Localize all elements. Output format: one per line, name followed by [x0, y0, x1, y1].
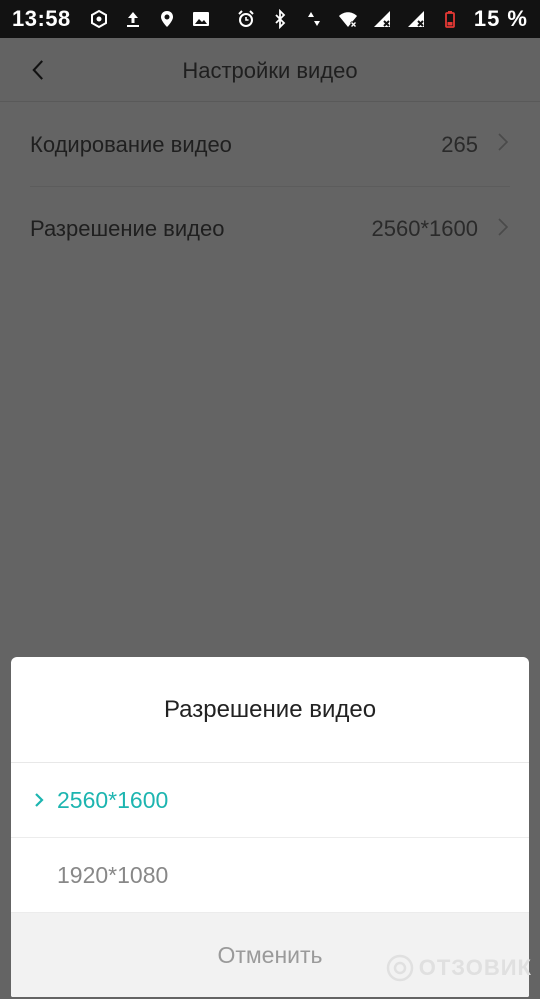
location-icon [157, 9, 177, 29]
option-2560x1600[interactable]: 2560*1600 [11, 763, 529, 838]
option-label: 1920*1080 [57, 861, 169, 888]
image-icon [191, 9, 211, 29]
settings-list: Кодирование видео 265 Разрешение видео 2… [0, 103, 540, 273]
sheet-title: Разрешение видео [11, 657, 529, 763]
option-1920x1080[interactable]: 1920*1080 [11, 838, 529, 913]
status-time: 13:58 [12, 6, 71, 31]
setting-value-group: 265 [441, 131, 510, 158]
setting-label: Разрешение видео [30, 216, 225, 241]
option-label: 2560*1600 [57, 786, 169, 813]
alarm-icon [236, 9, 256, 29]
setting-value-group: 2560*1600 [372, 216, 510, 243]
selected-chevron-icon [35, 793, 44, 807]
status-bar: 13:58 15 % [0, 0, 540, 38]
bluetooth-icon [270, 9, 290, 29]
chevron-right-icon [496, 216, 510, 243]
setting-label: Кодирование видео [30, 131, 232, 157]
setting-row-video-encoding[interactable]: Кодирование видео 265 [30, 103, 510, 187]
wifi-off-icon [338, 9, 358, 29]
status-bar-right: 15 % [236, 6, 528, 32]
setting-value: 265 [441, 131, 478, 157]
signal-off-icon-2 [406, 9, 426, 29]
setting-value: 2560*1600 [371, 216, 478, 241]
gear-hex-icon [89, 9, 109, 29]
watermark-logo-icon [386, 954, 413, 982]
battery-percent: 15 % [473, 6, 528, 31]
signal-off-icon [372, 9, 392, 29]
battery-low-icon [440, 9, 460, 29]
setting-row-video-resolution[interactable]: Разрешение видео 2560*1600 [30, 187, 510, 271]
page-title: Настройки видео [182, 58, 358, 83]
upload-icon [123, 9, 143, 29]
resolution-picker-sheet: Разрешение видео 2560*1600 1920*1080 Отм… [11, 657, 529, 997]
chevron-right-icon [496, 131, 510, 158]
status-bar-left: 13:58 [12, 6, 211, 32]
data-arrows-icon [304, 9, 324, 29]
watermark: ОТЗОВИК [385, 953, 532, 983]
watermark-text: ОТЗОВИК [418, 955, 532, 980]
app-bar: Настройки видео [0, 38, 540, 102]
